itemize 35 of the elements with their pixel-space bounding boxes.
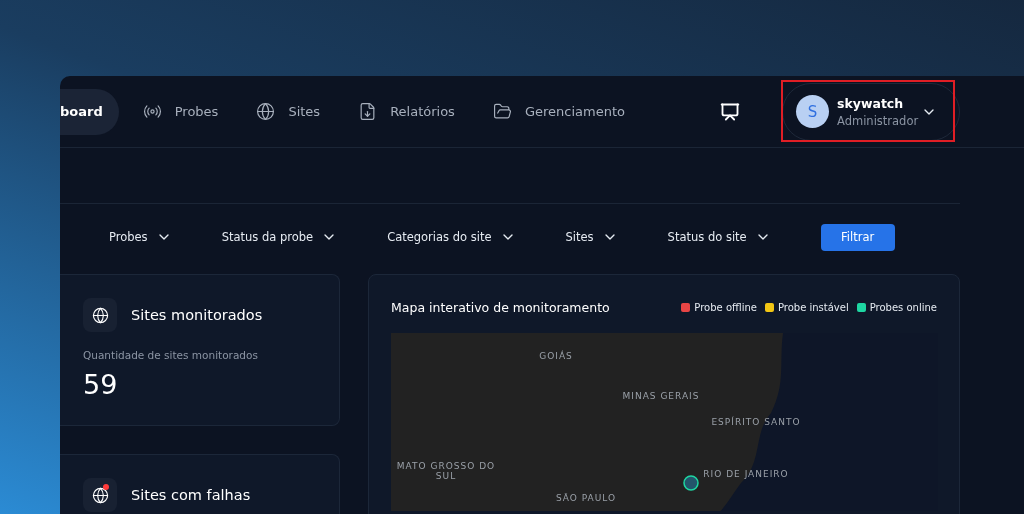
legend-label: Probes online [869, 301, 937, 313]
filter-dropdown[interactable]: Status da probe [221, 229, 338, 245]
card-subtitle: Quantidade de sites monitorados [83, 349, 259, 361]
user-role: Administrador [837, 113, 920, 128]
folder-icon [492, 102, 512, 121]
map-label: SÃO PAULO [554, 493, 618, 503]
globe-icon [91, 486, 109, 504]
filter-dropdown[interactable]: Sites [565, 229, 618, 245]
map-title: Mapa interativo de monitoramento [391, 299, 610, 315]
nav-tab[interactable]: Relatórios [390, 104, 455, 119]
filter-dropdown[interactable]: Categorias do site [387, 229, 516, 245]
nav-tab[interactable]: Probes [174, 104, 219, 119]
map-label: ESPÍRITO SANTO [710, 417, 802, 427]
globe-icon [91, 306, 109, 324]
nav-tab[interactable]: Gerenciamento [524, 104, 625, 119]
nav-tab[interactable]: board [60, 88, 119, 135]
globe-icon [256, 102, 276, 121]
filter-dropdown[interactable]: Probes [109, 229, 172, 245]
legend-label: Probe instável [777, 301, 849, 313]
nav-tab[interactable]: Sites [288, 104, 321, 119]
legend-label: Probe offline [694, 301, 757, 313]
filter-button[interactable]: Filtrar [820, 223, 895, 251]
filter-dropdown[interactable]: Status do site [667, 229, 771, 245]
map-label: MATO GROSSO DO SUL [395, 461, 497, 481]
presentation-icon[interactable] [720, 101, 740, 122]
avatar: S [796, 95, 829, 128]
map-label: MINAS GERAIS [621, 391, 701, 401]
card-title: Sites com falhas [131, 487, 251, 503]
radio-signal-icon [142, 102, 162, 121]
map-label: RIO DE JANEIRO [702, 469, 790, 479]
map-label: GOIÁS [538, 351, 574, 361]
card-title: Sites monitorados [131, 307, 263, 323]
user-name: skywatch [837, 95, 905, 111]
card-value: 59 [83, 369, 119, 400]
probe-marker[interactable] [683, 475, 699, 491]
